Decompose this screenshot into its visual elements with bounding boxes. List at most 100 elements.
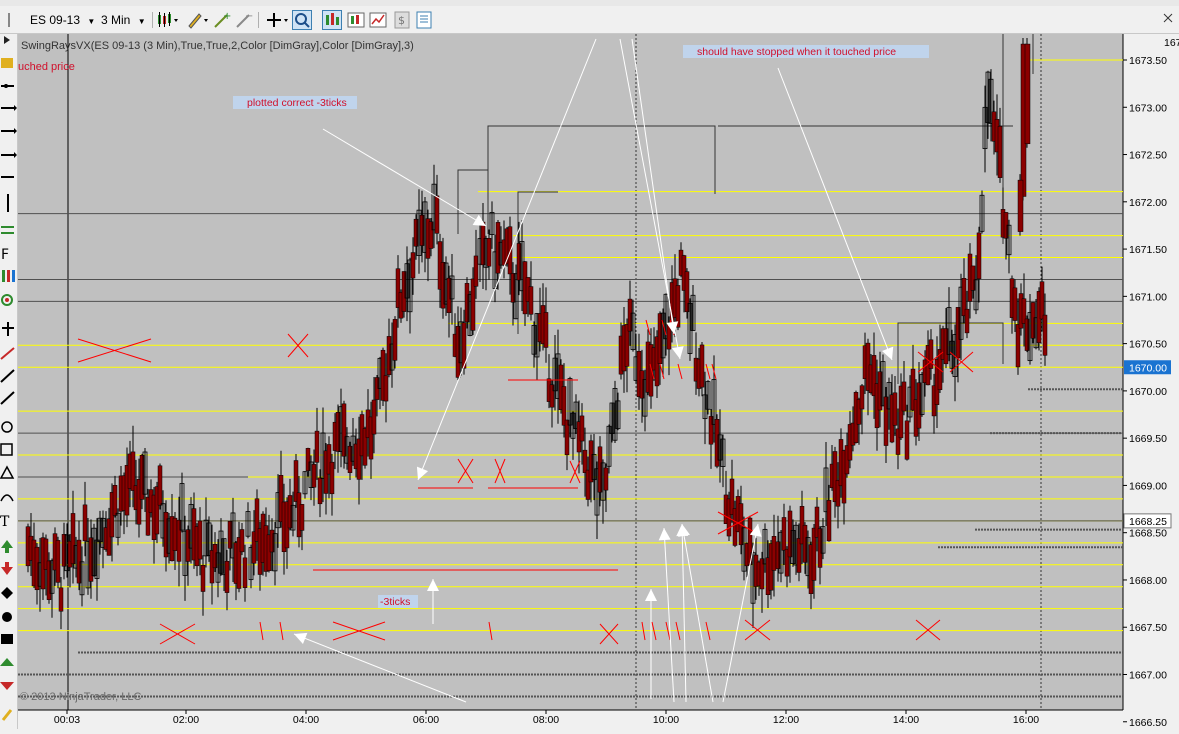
svg-text:$: $ [398, 14, 405, 27]
y-tick-label: 1668.50 [1129, 528, 1167, 540]
candle-body [1024, 43, 1031, 145]
candle-body [392, 319, 398, 361]
candle-body [877, 371, 883, 411]
candle-body [507, 226, 513, 275]
candle-body [516, 243, 522, 281]
candle-body [317, 477, 323, 505]
y-tick-label: 1671.00 [1129, 291, 1167, 303]
candle-body [928, 339, 934, 369]
x-tick-label: 16:00 [1013, 714, 1039, 726]
candle-body [955, 307, 961, 359]
candle-body [200, 564, 206, 592]
candle-body [675, 285, 681, 328]
candle-body [997, 125, 1003, 178]
x-tick-label: 08:00 [533, 714, 559, 726]
chart-icon[interactable] [368, 10, 388, 30]
candle-body [901, 381, 907, 412]
annotation-text: should have stopped when it touched pric… [697, 46, 896, 58]
candle-body [88, 537, 94, 582]
y-tick-label: 1672.50 [1129, 150, 1167, 162]
candle-body [1042, 314, 1048, 356]
y-tick-label: 1666.50 [1129, 717, 1167, 729]
bar-type-icon[interactable] [156, 10, 178, 30]
grip-icon [4, 10, 24, 30]
current-price-label: 1670.00 [1129, 362, 1167, 374]
x-tick-label: 04:00 [293, 714, 319, 726]
zoom-out-icon[interactable]: − [234, 10, 254, 30]
candle-body [470, 278, 476, 331]
candle-body [708, 416, 714, 445]
annotation-text: plotted correct -3ticks [247, 97, 347, 109]
instrument-label: ES 09-13 [30, 13, 81, 27]
chart-trader-icon[interactable] [322, 10, 342, 30]
candle-body [892, 392, 898, 426]
y-tick-label: 1670.50 [1129, 339, 1167, 351]
y-tick-label: 1669.00 [1129, 480, 1167, 492]
candle-body [383, 375, 389, 402]
properties-icon[interactable] [414, 10, 434, 30]
candle-body [826, 500, 832, 542]
y-tick-label: 1673.50 [1129, 55, 1167, 67]
candle-body [239, 529, 245, 553]
candle-body [299, 504, 305, 531]
svg-text:+: + [223, 11, 231, 22]
zoom-in-icon[interactable]: + [212, 10, 232, 30]
x-tick-label: 00:03 [54, 714, 80, 726]
candle-body [70, 513, 76, 565]
candle-body [242, 557, 248, 588]
svg-text:F: F [1, 247, 9, 263]
candle-body [528, 286, 534, 315]
drawing-tool-icon[interactable]: F T [0, 34, 18, 729]
candle-body [157, 465, 163, 506]
y-tick-label: 1672.00 [1129, 197, 1167, 209]
toolbar-divider [258, 12, 259, 28]
candle-body [224, 561, 230, 593]
candle-body [329, 461, 335, 495]
candle-body [714, 419, 720, 467]
candle-body [434, 195, 440, 234]
candle-body [510, 273, 516, 303]
svg-text:T: T [0, 514, 10, 530]
strategy-icon[interactable] [346, 10, 366, 30]
crosshair-icon[interactable] [264, 10, 288, 30]
candle-body [603, 467, 609, 491]
candle-body [1012, 287, 1018, 321]
close-icon[interactable] [1160, 10, 1179, 30]
candle-body [883, 396, 889, 446]
chevron-down-icon: ▼ [137, 17, 146, 26]
interval-selector[interactable]: 3 Min ▼ [101, 10, 153, 30]
chart-toolbar: ES 09-13 ▼ 3 Min ▼ + − $ [0, 6, 1179, 34]
y-tick-label: 1668.00 [1129, 575, 1167, 587]
copyright: © 2013 NinjaTrader, LLC [20, 691, 141, 703]
candle-body [61, 534, 67, 567]
candle-body [579, 415, 585, 442]
cursor-price-label: 1668.25 [1129, 516, 1167, 528]
y-tick-label: 1670.00 [1129, 386, 1167, 398]
annotation-text: -3ticks [380, 596, 410, 608]
candle-body [46, 560, 52, 600]
chevron-down-icon: ▼ [87, 17, 96, 26]
candle-body [311, 464, 317, 488]
price-chart[interactable]: plotted correct -3ticks should have stopp… [18, 34, 1179, 729]
instrument-selector[interactable]: ES 09-13 ▼ [30, 10, 100, 30]
candle-body [112, 485, 118, 516]
interval-label: 3 Min [101, 13, 131, 27]
x-tick-label: 02:00 [173, 714, 199, 726]
candle-body [597, 446, 603, 493]
candle-body [657, 313, 663, 364]
candle-body [859, 385, 865, 410]
magnifier-icon[interactable] [292, 10, 312, 30]
candle-body [410, 252, 416, 279]
dollar-icon[interactable]: $ [392, 10, 412, 30]
y-tick-label-partial: 1673. [1164, 37, 1179, 49]
pencil-icon[interactable] [186, 10, 208, 30]
drawing-tools-panel: F T [0, 34, 18, 729]
candle-body [55, 540, 61, 583]
y-tick-label: 1673.00 [1129, 102, 1167, 114]
candle-body [34, 546, 40, 591]
candle-body [684, 271, 690, 313]
candle-body [197, 520, 203, 560]
candle-body [1039, 281, 1045, 320]
candle-body [943, 328, 949, 365]
candle-body [549, 384, 555, 408]
